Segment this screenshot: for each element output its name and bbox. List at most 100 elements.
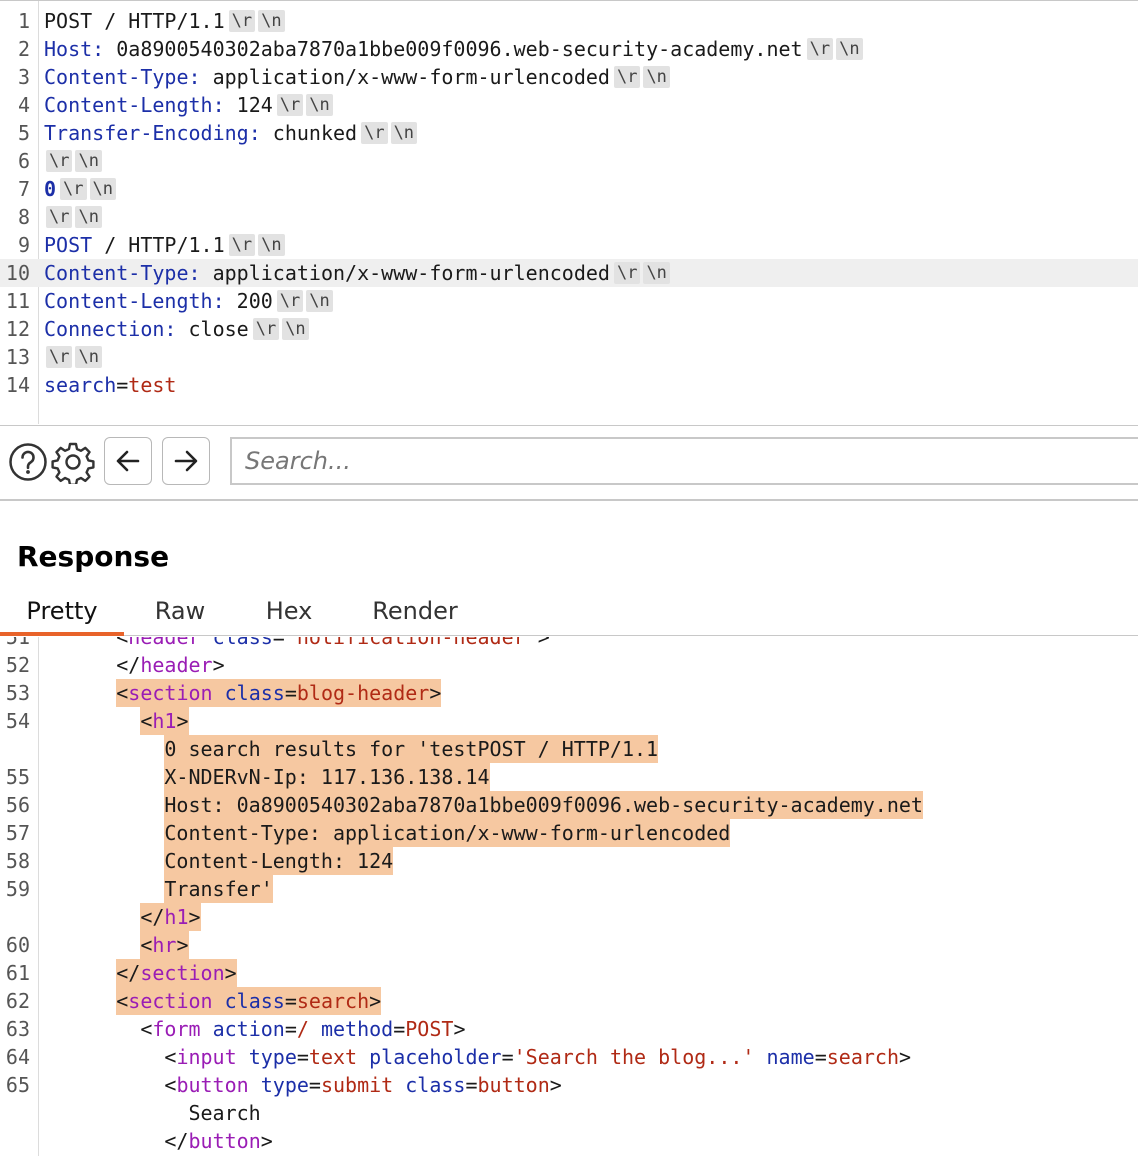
response-line: 56 Host: 0a8900540302aba7870a1bbe009f0096… [0, 791, 1138, 819]
request-line[interactable]: 11 Content-Length: 200 \r \n [0, 287, 1138, 315]
response-code: 0 search results for 'testPOST / HTTP/1.… [164, 735, 659, 763]
request-line[interactable]: 2 Host: 0a8900540302aba7870a1bbe009f0096… [0, 35, 1138, 63]
forward-button[interactable] [162, 437, 210, 485]
request-line[interactable]: 6 \r \n [0, 147, 1138, 175]
request-line-current[interactable]: 10 Content-Type: application/x-www-form-… [0, 259, 1138, 287]
line-number: 12 [5, 317, 30, 341]
response-code: <button type=submit class=button> [164, 1073, 562, 1097]
line-number: 13 [5, 345, 30, 369]
lf-marker: \n [75, 346, 102, 368]
response-line: 61 </section> [0, 959, 1138, 987]
request-line[interactable]: 1 POST / HTTP/1.1 \r \n [0, 7, 1138, 35]
tab-render[interactable]: Render [358, 592, 472, 636]
line-number: 3 [17, 65, 30, 89]
cr-marker: \r [613, 66, 641, 88]
lf-marker: \n [643, 66, 670, 88]
smuggled-request-target: / HTTP/1.1 [92, 233, 225, 257]
request-line[interactable]: 14 search=test [0, 371, 1138, 399]
header-key: Connection: [44, 317, 177, 341]
line-number: 9 [17, 233, 30, 257]
line-number: 55 [5, 765, 30, 789]
request-line[interactable]: 9 POST / HTTP/1.1 \r \n [0, 231, 1138, 259]
response-viewer[interactable]: 51 <header class="notification-header"> 52… [0, 637, 1138, 1156]
lf-marker: \n [390, 122, 418, 144]
line-number: 7 [17, 177, 30, 201]
header-value: 0a8900540302aba7870a1bbe009f0096.web-sec… [104, 37, 803, 61]
body-param-value: test [128, 373, 177, 397]
response-code: <section class=search> [116, 987, 382, 1015]
lf-marker: \n [75, 150, 102, 172]
header-value: application/x-www-form-urlencoded [200, 65, 610, 89]
tab-raw[interactable]: Raw [140, 592, 220, 636]
request-line[interactable]: 5 Transfer-Encoding: chunked \r \n [0, 119, 1138, 147]
response-code: <hr> [140, 931, 189, 959]
line-number: 6 [17, 149, 30, 173]
gear-icon[interactable] [51, 440, 95, 486]
request-line[interactable]: 12 Connection: close \r \n [0, 315, 1138, 343]
cr-marker: \r [276, 290, 304, 312]
request-line[interactable]: 13 \r \n [0, 343, 1138, 371]
response-code: Content-Type: application/x-www-form-url… [164, 819, 731, 847]
cr-marker: \r [613, 262, 641, 284]
line-number: 2 [17, 37, 30, 61]
tab-hex[interactable]: Hex [250, 592, 328, 636]
cr-marker: \r [46, 150, 73, 172]
response-line: 60 <hr> [0, 931, 1138, 959]
request-line[interactable]: 7 0 \r \n [0, 175, 1138, 203]
line-number: 14 [5, 373, 30, 397]
lf-marker: \n [258, 234, 285, 256]
lf-marker: \n [836, 38, 863, 60]
response-line: </button> [0, 1127, 1138, 1155]
line-number: 52 [5, 653, 30, 677]
response-code: Search [188, 1101, 261, 1125]
line-number: 62 [5, 989, 30, 1013]
body-param-name: search [44, 373, 117, 397]
response-code: <input type=text placeholder='Search the… [164, 1045, 912, 1069]
line-number: 54 [5, 709, 30, 733]
request-line[interactable]: 3 Content-Type: application/x-www-form-u… [0, 63, 1138, 91]
response-title: Response [17, 540, 170, 573]
header-key: Content-Type: [44, 261, 201, 285]
header-key: Content-Length: [44, 93, 225, 117]
lf-marker: \n [75, 206, 102, 228]
header-key: Host: [44, 37, 105, 61]
request-line[interactable]: 4 Content-Length: 124 \r \n [0, 91, 1138, 119]
lf-marker: \n [89, 178, 117, 200]
header-value: close [176, 317, 249, 341]
response-line: 63 <form action=/ method=POST> [0, 1015, 1138, 1043]
line-number: 56 [5, 793, 30, 817]
header-value: 200 [224, 289, 273, 313]
response-line: 55 X-NDERvN-Ip: 117.136.138.14 [0, 763, 1138, 791]
response-line: 62 <section class=search> [0, 987, 1138, 1015]
response-code: </header> [116, 653, 225, 677]
response-code: <section class=blog-header> [116, 679, 442, 707]
response-code: X-NDERvN-Ip: 117.136.138.14 [164, 763, 490, 791]
response-line: 65 <button type=submit class=button> [0, 1071, 1138, 1099]
help-circle-icon[interactable] [8, 442, 48, 482]
response-line: 53 <section class=blog-header> [0, 679, 1138, 707]
request-editor[interactable]: 1 POST / HTTP/1.1 \r \n 2 Host: 0a89005403… [0, 0, 1138, 424]
response-line: 57 Content-Type: application/x-www-form-u… [0, 819, 1138, 847]
header-key: Content-Length: [44, 289, 225, 313]
line-number: 58 [5, 849, 30, 873]
search-input[interactable] [230, 437, 1138, 485]
line-number: 57 [5, 821, 30, 845]
line-number: 1 [17, 9, 30, 33]
response-line: 54 <h1> [0, 707, 1138, 735]
line-number: 8 [17, 205, 30, 229]
back-button[interactable] [104, 437, 152, 485]
response-line: 52 </header> [0, 651, 1138, 679]
response-code: <h1> [140, 707, 189, 735]
header-value: 124 [224, 93, 273, 117]
response-code: </h1> [140, 903, 201, 931]
tab-pretty[interactable]: Pretty [0, 592, 124, 636]
lf-marker: \n [258, 10, 285, 32]
line-number: 10 [5, 261, 30, 285]
response-line: 0 search results for 'testPOST / HTTP/1.… [0, 735, 1138, 763]
cr-marker: \r [60, 178, 87, 200]
response-code: Content-Length: 124 [164, 847, 394, 875]
cr-marker: \r [228, 234, 256, 256]
cr-marker: \r [46, 206, 73, 228]
request-line[interactable]: 8 \r \n [0, 203, 1138, 231]
response-code: Transfer' [164, 875, 273, 903]
